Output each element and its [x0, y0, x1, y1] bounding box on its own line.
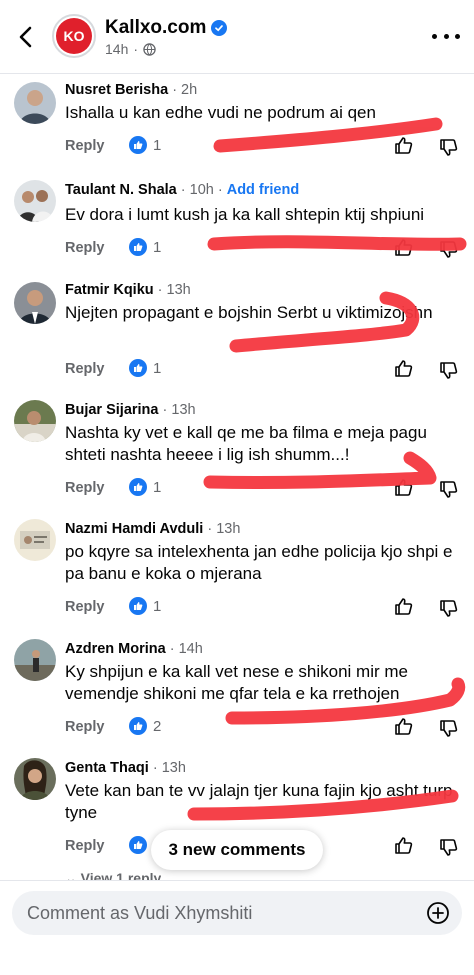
comment-composer-bar	[0, 880, 474, 975]
thumb-down-icon[interactable]	[439, 837, 459, 857]
reply-button[interactable]: Reply	[65, 838, 105, 854]
like-count[interactable]: 1	[129, 359, 161, 377]
kallxo-logo: KO	[64, 28, 85, 44]
thumb-up-icon[interactable]	[394, 836, 414, 856]
svg-text:KO: KO	[64, 28, 85, 44]
post-header: KO Kallxo.com 14h ·	[0, 0, 474, 74]
thumb-up-icon[interactable]	[394, 238, 414, 258]
like-icon	[129, 597, 147, 615]
comment-text: Njejten propagant e bojshin Serbt u vikt…	[65, 303, 433, 322]
like-icon	[129, 359, 147, 377]
avatar[interactable]	[14, 82, 56, 124]
reply-button[interactable]: Reply	[65, 240, 105, 256]
like-icon	[129, 136, 147, 154]
like-count[interactable]	[129, 836, 153, 854]
avatar[interactable]	[14, 639, 56, 681]
comment-input[interactable]	[27, 891, 407, 935]
new-comments-button[interactable]: 3 new comments	[151, 830, 323, 870]
back-button[interactable]	[10, 22, 40, 52]
comment-time[interactable]: 13h	[216, 521, 240, 537]
plus-icon[interactable]	[426, 901, 450, 925]
avatar[interactable]	[14, 519, 56, 561]
thumb-up-icon[interactable]	[394, 136, 414, 156]
like-icon	[129, 717, 147, 735]
comment-author[interactable]: Bujar Sijarina	[65, 402, 158, 418]
thumb-up-icon[interactable]	[394, 359, 414, 379]
like-count[interactable]: 1	[129, 136, 161, 154]
comment-author[interactable]: Nazmi Hamdi Avduli	[65, 521, 203, 537]
thumb-down-icon[interactable]	[439, 360, 459, 380]
comment-text: po kqyre sa intelexhenta jan edhe polici…	[65, 542, 453, 583]
chevron-left-icon	[19, 26, 32, 48]
like-count[interactable]: 1	[129, 238, 161, 256]
comment-time[interactable]: 2h	[181, 82, 197, 98]
comment-text: Nashta ky vet e kall qe me ba filma e me…	[65, 423, 427, 464]
comment-time[interactable]: 13h	[162, 760, 186, 776]
page-avatar[interactable]: KO	[52, 14, 96, 58]
post-meta: 14h ·	[105, 41, 156, 57]
comment-text: Vete kan ban te vv jalajn tjer kuna faji…	[65, 781, 453, 822]
reply-button[interactable]: Reply	[65, 719, 105, 735]
avatar[interactable]	[14, 758, 56, 800]
comment-text: Ishalla u kan edhe vudi ne podrum ai qen	[65, 103, 376, 122]
thumb-up-icon[interactable]	[394, 597, 414, 617]
post-time: 14h	[105, 41, 129, 57]
thumb-down-icon[interactable]	[439, 137, 459, 157]
thumb-up-icon[interactable]	[394, 717, 414, 737]
like-count[interactable]: 1	[129, 597, 161, 615]
comment-author[interactable]: Genta Thaqi	[65, 760, 149, 776]
reply-button[interactable]: Reply	[65, 480, 105, 496]
like-icon	[129, 836, 147, 854]
comment-time[interactable]: 13h	[167, 282, 191, 298]
like-count[interactable]: 1	[129, 478, 161, 496]
avatar[interactable]	[14, 180, 56, 222]
comment-author[interactable]: Taulant N. Shala	[65, 182, 177, 198]
verified-icon	[211, 20, 228, 36]
thumb-down-icon[interactable]	[439, 239, 459, 259]
reply-button[interactable]: Reply	[65, 361, 105, 377]
reply-button[interactable]: Reply	[65, 599, 105, 615]
more-icon	[432, 33, 437, 39]
comment-time[interactable]: 14h	[179, 641, 203, 657]
comment-time[interactable]: 13h	[171, 402, 195, 418]
page-name[interactable]: Kallxo.com	[105, 17, 228, 39]
reply-button[interactable]: Reply	[65, 138, 105, 154]
thumb-down-icon[interactable]	[439, 598, 459, 618]
comment-text: Ev dora i lumt kush ja ka kall shtepin k…	[65, 205, 425, 224]
comment-text: Ky shpijun e ka kall vet nese e shikoni …	[65, 662, 408, 703]
like-icon	[129, 238, 147, 256]
avatar[interactable]	[14, 400, 56, 442]
like-icon	[129, 478, 147, 496]
thumb-up-icon[interactable]	[394, 478, 414, 498]
more-options-button[interactable]	[432, 24, 460, 48]
globe-icon	[143, 42, 156, 56]
like-count[interactable]: 2	[129, 717, 161, 735]
comment-composer[interactable]	[12, 891, 462, 935]
thumb-down-icon[interactable]	[439, 479, 459, 499]
avatar[interactable]	[14, 282, 56, 324]
comment-author[interactable]: Azdren Morina	[65, 641, 166, 657]
add-friend-button[interactable]: Add friend	[227, 182, 300, 198]
comment-time[interactable]: 10h	[190, 182, 214, 198]
comment-author[interactable]: Fatmir Kqiku	[65, 282, 154, 298]
page-name-text[interactable]: Kallxo.com	[105, 17, 206, 39]
comment-author[interactable]: Nusret Berisha	[65, 82, 168, 98]
thumb-down-icon[interactable]	[439, 718, 459, 738]
